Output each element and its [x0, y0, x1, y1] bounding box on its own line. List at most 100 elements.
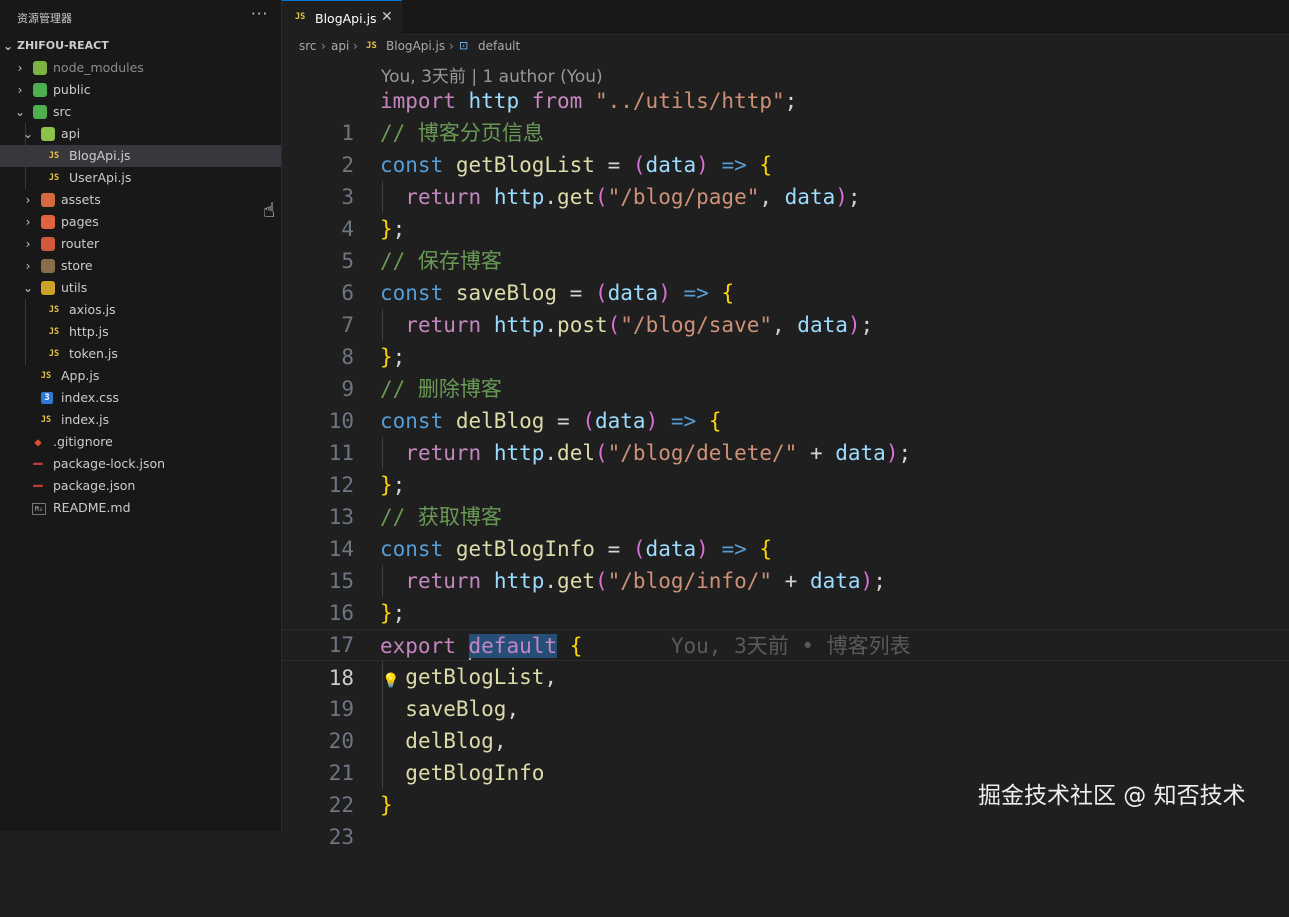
token-punct: ;: [898, 441, 912, 465]
js-file-icon: JS: [366, 41, 377, 51]
chevron-right-icon: ›: [25, 259, 31, 273]
close-icon[interactable]: ✕: [381, 9, 393, 25]
code-line: 9 };: [282, 341, 1289, 401]
token-punct: ;: [847, 185, 861, 209]
token-function: getBlogList: [455, 153, 595, 177]
token-bracket: }: [380, 345, 393, 369]
tree-item-blogapi-js[interactable]: JS BlogApi.js: [0, 145, 281, 167]
line-content: const getBlogList = (data) => {: [380, 149, 772, 181]
chevron-down-icon: ⌄: [22, 127, 34, 141]
tree-item-store[interactable]: › store: [0, 255, 281, 277]
tree-item-label: node_modules: [53, 60, 144, 75]
code-line: 1 import http from "../utils/http";: [282, 85, 1289, 145]
tree-item-app-js[interactable]: JS App.js: [0, 365, 281, 387]
token-arrow: =>: [721, 537, 747, 561]
tree-item-package-lock-json[interactable]: ▬▬ package-lock.json: [0, 453, 281, 475]
code-line: 13 };: [282, 469, 1289, 529]
token-bracket: (: [594, 185, 608, 209]
public-folder-icon: [33, 83, 47, 97]
line-number: 23: [328, 825, 354, 849]
chevron-down-icon: ⌄: [14, 105, 26, 119]
tree-item-src[interactable]: ⌄ src: [0, 101, 281, 123]
token-bracket: (: [632, 153, 646, 177]
token-punct: .: [544, 313, 558, 337]
src-folder-icon: [33, 105, 47, 119]
breadcrumb-file[interactable]: BlogApi.js: [386, 35, 445, 57]
code-line: 6 // 保存博客: [282, 245, 1289, 305]
token-operator: +: [772, 569, 810, 593]
more-actions-icon[interactable]: ···: [251, 5, 268, 23]
token-punct: ,: [544, 665, 558, 689]
tree-item-readme-md[interactable]: M↓ README.md: [0, 497, 281, 519]
code-line: 20 saveBlog,: [282, 693, 1289, 753]
token-keyword: const: [380, 537, 444, 561]
tree-item-index-css[interactable]: 3 index.css: [0, 387, 281, 409]
token-function: getBlogInfo: [455, 537, 595, 561]
chevron-right-icon: ›: [449, 39, 454, 53]
breadcrumb-api[interactable]: api: [331, 35, 349, 57]
breadcrumb: src › api › JS BlogApi.js › ⊡ default: [282, 35, 1289, 57]
token-keyword: return: [405, 185, 482, 209]
tree-item-router[interactable]: › router: [0, 233, 281, 255]
chevron-right-icon: ›: [321, 39, 326, 53]
tree-item-axios-js[interactable]: JS axios.js: [0, 299, 281, 321]
inline-blame[interactable]: You, 3天前 • 博客列表: [671, 634, 911, 658]
tree-item-http-js[interactable]: JS http.js: [0, 321, 281, 343]
token-function: saveBlog: [405, 697, 507, 721]
tree-root-zhifou-react[interactable]: ⌄ ZHIFOU-REACT: [0, 35, 281, 57]
js-file-icon: JS: [40, 371, 52, 381]
token-keyword: return: [405, 313, 482, 337]
breadcrumb-symbol[interactable]: default: [478, 35, 520, 57]
token-punct: ;: [873, 569, 886, 593]
code-line: 7 const saveBlog = (data) => {: [282, 277, 1289, 337]
pages-folder-icon: [41, 215, 55, 229]
token-bracket: {: [708, 409, 722, 433]
utils-folder-icon: [41, 281, 55, 295]
token-identifier: http: [493, 185, 545, 209]
tree-item-node-modules[interactable]: › node_modules: [0, 57, 281, 79]
token-identifier: data: [784, 185, 836, 209]
js-file-icon: JS: [48, 305, 60, 315]
breadcrumb-src[interactable]: src: [299, 35, 317, 57]
codelens-blame[interactable]: You, 3天前 | 1 author (You): [381, 62, 603, 87]
tree-item-api[interactable]: ⌄ api: [0, 123, 281, 145]
tree-item-pages[interactable]: › pages: [0, 211, 281, 233]
js-file-icon: JS: [48, 327, 60, 337]
token-bracket: ): [645, 409, 659, 433]
tree-item-gitignore[interactable]: ◆ .gitignore: [0, 431, 281, 453]
tree-item-label: pages: [61, 214, 99, 229]
token-keyword: export: [380, 634, 456, 658]
tree-item-token-js[interactable]: JS token.js: [0, 343, 281, 365]
tree-item-assets[interactable]: › assets: [0, 189, 281, 211]
token-function: delBlog: [405, 729, 494, 753]
tree-item-label: public: [53, 82, 91, 97]
tree-item-utils[interactable]: ⌄ utils: [0, 277, 281, 299]
tab-blogapi-js[interactable]: JS BlogApi.js ✕: [282, 0, 402, 35]
router-folder-icon: [41, 237, 55, 251]
code-line: 21 delBlog,: [282, 725, 1289, 785]
code-line: 15 const getBlogInfo = (data) => {: [282, 533, 1289, 593]
tree-item-package-json[interactable]: ▬▬ package.json: [0, 475, 281, 497]
token-keyword: from: [531, 89, 583, 113]
token-punct: ,: [759, 185, 785, 209]
token-punct: ,: [493, 729, 507, 753]
tree-item-label: BlogApi.js: [69, 148, 131, 163]
tree-item-label: README.md: [53, 500, 131, 515]
token-bracket: }: [380, 217, 393, 241]
token-punct: .: [544, 569, 558, 593]
tree-item-index-js[interactable]: JS index.js: [0, 409, 281, 431]
tree-item-userapi-js[interactable]: JS UserApi.js: [0, 167, 281, 189]
tree-item-public[interactable]: › public: [0, 79, 281, 101]
tree-item-label: token.js: [69, 346, 118, 361]
chevron-right-icon: ›: [25, 237, 31, 251]
token-operator: +: [797, 441, 836, 465]
